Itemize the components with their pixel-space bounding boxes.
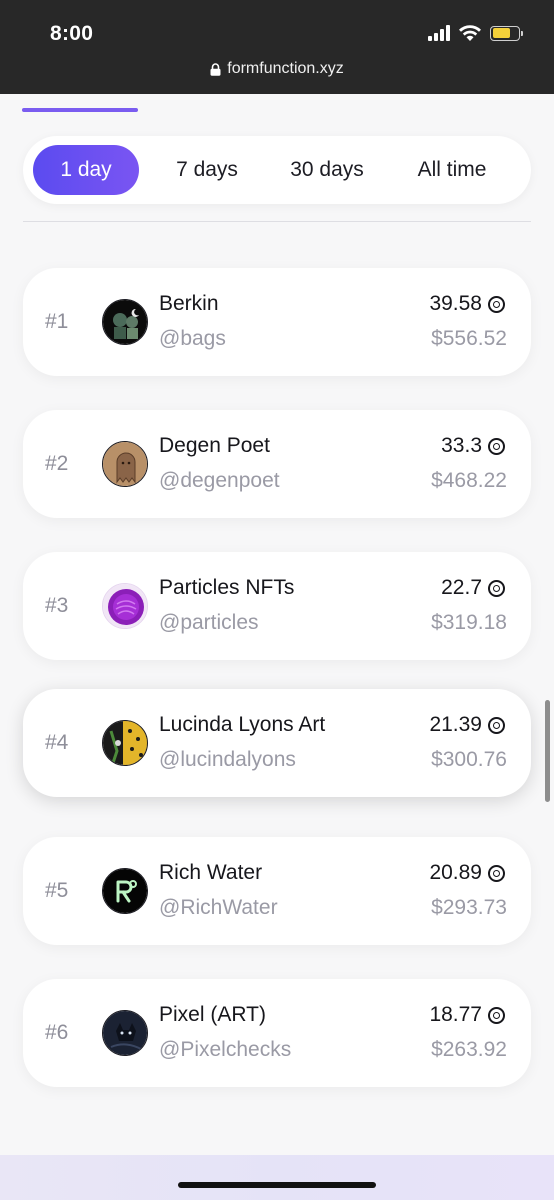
sol-value: 39.58 <box>429 292 482 315</box>
artist-name[interactable]: Berkin <box>159 292 219 316</box>
filter-all-time[interactable]: All time <box>397 145 507 195</box>
sol-value: 33.3 <box>441 434 482 457</box>
filter-1-day[interactable]: 1 day <box>33 145 139 195</box>
time-filter-bar: 1 day 7 days 30 days All time <box>23 136 531 204</box>
filter-30-days[interactable]: 30 days <box>267 145 387 195</box>
artist-name[interactable]: Pixel (ART) <box>159 1003 266 1027</box>
scrollbar[interactable] <box>545 700 550 802</box>
artist-name[interactable]: Rich Water <box>159 861 262 885</box>
wifi-icon <box>459 25 481 41</box>
artist-handle[interactable]: @degenpoet <box>159 469 280 493</box>
usd-amount: $300.76 <box>431 748 507 771</box>
avatar[interactable] <box>102 441 148 487</box>
usd-amount: $556.52 <box>431 327 507 350</box>
rank: #3 <box>45 594 69 617</box>
artist-name[interactable]: Degen Poet <box>159 434 270 458</box>
sol-amount: 33.3 <box>441 434 505 458</box>
sol-amount: 21.39 <box>429 713 505 737</box>
filter-7-days[interactable]: 7 days <box>159 145 255 195</box>
sol-coin-icon <box>488 437 505 455</box>
sol-value: 20.89 <box>429 861 482 884</box>
sol-value: 21.39 <box>429 713 482 736</box>
usd-amount: $263.92 <box>431 1038 507 1061</box>
battery-icon <box>490 25 523 41</box>
signal-icon <box>428 25 450 41</box>
sol-value: 18.77 <box>429 1003 482 1026</box>
rank: #4 <box>45 731 69 754</box>
sol-amount: 20.89 <box>429 861 505 885</box>
status-time: 8:00 <box>50 22 94 45</box>
artist-name[interactable]: Particles NFTs <box>159 576 294 600</box>
rank: #6 <box>45 1021 69 1044</box>
leaderboard-row[interactable]: #3 Particles NFTs @particles 22.7 $319.1… <box>23 552 531 660</box>
rank: #1 <box>45 310 69 333</box>
usd-amount: $468.22 <box>431 469 507 492</box>
browser-bottom-bar <box>0 1155 554 1200</box>
usd-amount: $319.18 <box>431 611 507 634</box>
rank: #5 <box>45 879 69 902</box>
divider <box>23 221 531 222</box>
artist-handle[interactable]: @particles <box>159 611 259 635</box>
sol-value: 22.7 <box>441 576 482 599</box>
active-tab-indicator <box>22 108 138 112</box>
home-indicator[interactable] <box>178 1182 376 1188</box>
sol-amount: 22.7 <box>441 576 505 600</box>
rank: #2 <box>45 452 69 475</box>
leaderboard-row[interactable]: #2 Degen Poet @degenpoet 33.3 $468.22 <box>23 410 531 518</box>
leaderboard-row[interactable]: #1 Berkin @bags 39.58 $556.52 <box>23 268 531 376</box>
lock-icon <box>210 62 221 76</box>
status-icons <box>428 24 523 42</box>
avatar[interactable] <box>102 299 148 345</box>
artist-handle[interactable]: @bags <box>159 327 226 351</box>
avatar[interactable] <box>102 583 148 629</box>
sol-coin-icon <box>488 716 505 734</box>
avatar[interactable] <box>102 720 148 766</box>
url-text: formfunction.xyz <box>227 60 344 77</box>
artist-handle[interactable]: @RichWater <box>159 896 278 920</box>
sol-coin-icon <box>488 579 505 597</box>
sol-coin-icon <box>488 864 505 882</box>
leaderboard-row[interactable]: #6 Pixel (ART) @Pixelchecks 18.77 $263.9… <box>23 979 531 1087</box>
sol-coin-icon <box>488 295 505 313</box>
avatar[interactable] <box>102 1010 148 1056</box>
avatar[interactable] <box>102 868 148 914</box>
url-bar[interactable]: formfunction.xyz <box>0 60 554 78</box>
status-bar: 8:00 formfunction.xyz <box>0 0 554 94</box>
sol-amount: 18.77 <box>429 1003 505 1027</box>
artist-handle[interactable]: @Pixelchecks <box>159 1038 291 1062</box>
sol-coin-icon <box>488 1006 505 1024</box>
sol-amount: 39.58 <box>429 292 505 316</box>
artist-name[interactable]: Lucinda Lyons Art <box>159 713 325 737</box>
artist-handle[interactable]: @lucindalyons <box>159 748 296 772</box>
usd-amount: $293.73 <box>431 896 507 919</box>
leaderboard-row[interactable]: #4 Lucinda Lyons Art @lucindalyons 21.39… <box>23 689 531 797</box>
leaderboard-row[interactable]: #5 Rich Water @RichWater 20.89 $293.73 <box>23 837 531 945</box>
